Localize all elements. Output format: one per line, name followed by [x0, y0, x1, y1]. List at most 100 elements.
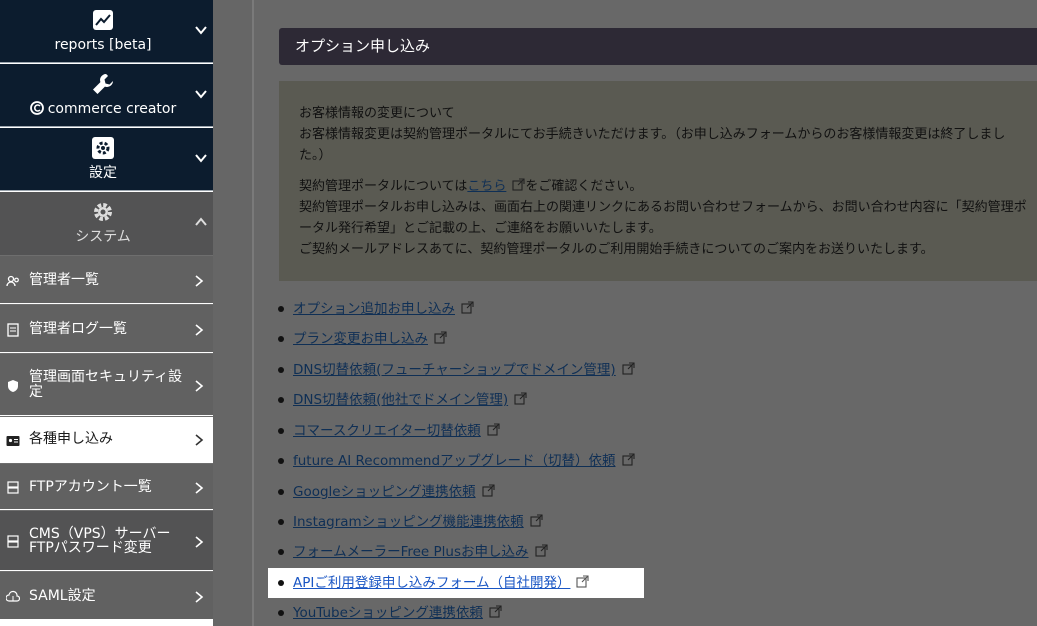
list-item[interactable]: DNS切替依頼(フューチャーショップでドメイン管理) [268, 355, 668, 385]
list-item[interactable]: future AI Recommendアップグレード（切替）依頼 [268, 446, 668, 476]
chevron-right-icon [193, 273, 205, 287]
list-item[interactable]: YouTubeショッピング連携依頼 [268, 598, 668, 626]
api-registration-link[interactable]: APIご利用登録申し込みフォーム（自社開発） [293, 568, 590, 598]
nav-commerce-creator[interactable]: commerce creator [0, 64, 213, 127]
list-item[interactable]: APIご利用登録申し込みフォーム（自社開発） [268, 568, 644, 598]
instagram-shopping-link[interactable]: Instagramショッピング機能連携依頼 [293, 507, 543, 537]
notice-box: お客様情報の変更について お客様情報変更は契約管理ポータルにてお手続きいただけま… [279, 81, 1037, 281]
chevron-down-icon [194, 86, 208, 100]
link-label: DNS切替依頼(他社でドメイン管理) [293, 392, 509, 408]
sidebar-item-admin-list[interactable]: 管理者一覧 [0, 255, 213, 303]
link-label: プラン変更お申し込み [293, 331, 428, 347]
google-shopping-link[interactable]: Googleショッピング連携依頼 [293, 477, 495, 507]
commerce-creator-switch-link[interactable]: コマースクリエイター切替依頼 [293, 416, 500, 446]
ai-recommend-upgrade-link[interactable]: future AI Recommendアップグレード（切替）依頼 [293, 446, 635, 476]
cloud-icon [5, 589, 21, 603]
sidebar: reports [beta] commerce creator 設定 システム … [0, 0, 213, 626]
option-add-link[interactable]: オプション追加お申し込み [293, 294, 474, 324]
sidebar-item-label: CMS（VPS）サーバーFTPパスワード変更 [29, 526, 171, 556]
sidebar-item-label: 管理画面セキュリティ設定 [29, 369, 183, 400]
bullet-icon [278, 610, 284, 616]
chevron-right-icon [193, 534, 205, 548]
main-content: オプション申し込み お客様情報の変更について お客様情報変更は契約管理ポータルに… [252, 0, 1037, 626]
link-label: コマースクリエイター切替依頼 [293, 423, 481, 439]
bullet-icon [278, 306, 284, 312]
chevron-right-icon [193, 432, 205, 446]
nav-settings-label: 設定 [89, 165, 117, 181]
external-link-icon [434, 325, 447, 344]
nav-reports-label: reports [beta] [54, 37, 152, 53]
nav-commerce-creator-label: commerce creator [0, 100, 206, 118]
list-item[interactable]: Instagramショッピング機能連携依頼 [268, 507, 668, 537]
sidebar-item-ftp-accounts[interactable]: FTPアカウント一覧 [0, 463, 213, 509]
link-label: APIご利用登録申し込みフォーム（自社開発） [293, 575, 571, 591]
bullet-icon [278, 519, 284, 525]
log-icon [6, 322, 20, 337]
server-icon [6, 534, 20, 548]
chevron-up-icon [194, 214, 208, 228]
link-label: future AI Recommendアップグレード（切替）依頼 [293, 453, 616, 469]
list-item[interactable]: DNS切替依頼(他社でドメイン管理) [268, 385, 668, 415]
link-label: YouTubeショッピング連携依頼 [293, 605, 483, 621]
bullet-icon [278, 367, 284, 373]
id-card-icon [6, 433, 20, 447]
section-title: オプション申し込み [279, 28, 1037, 65]
notice-paragraph-2: 契約管理ポータルについてはこちら をご確認ください。 契約管理ポータルお申し込みは… [299, 176, 1027, 260]
chevron-right-icon [193, 589, 205, 603]
bullet-icon [278, 397, 284, 403]
nav-system-label: システム [75, 229, 131, 245]
sidebar-item-label: 管理者一覧 [29, 272, 99, 288]
sidebar-item-saml[interactable]: SAML設定 [0, 571, 213, 619]
form-mailer-link[interactable]: フォームメーラーFree Plusお申し込み [293, 537, 548, 567]
list-item[interactable]: Googleショッピング連携依頼 [268, 477, 668, 507]
external-link-icon [530, 508, 543, 527]
youtube-shopping-link[interactable]: YouTubeショッピング連携依頼 [293, 598, 502, 626]
nav-system[interactable]: システム [0, 192, 213, 255]
notice-heading: お客様情報の変更について [299, 106, 455, 121]
wrench-icon [91, 72, 115, 96]
chevron-down-icon [194, 22, 208, 36]
users-icon [6, 273, 20, 287]
dns-switch-fs-link[interactable]: DNS切替依頼(フューチャーショップでドメイン管理) [293, 355, 635, 385]
sidebar-item-applications[interactable]: 各種申し込み [0, 416, 213, 462]
gear-box-icon [91, 136, 115, 160]
notice-text: 契約管理ポータルお申し込みは、画面右上の関連リンクにあるお問い合わせフォームから… [299, 200, 1027, 236]
chevron-right-icon [193, 378, 205, 392]
sidebar-item-cms-ftp-password[interactable]: CMS（VPS）サーバーFTPパスワード変更 [0, 510, 213, 570]
bullet-icon [278, 489, 284, 495]
nav-commerce-creator-text: commerce creator [47, 101, 177, 117]
sidebar-item-admin-security[interactable]: 管理画面セキュリティ設定 [0, 353, 213, 415]
bullet-icon [278, 580, 284, 586]
list-item[interactable]: フォームメーラーFree Plusお申し込み [268, 537, 668, 567]
link-label: Googleショッピング連携依頼 [293, 484, 476, 500]
shield-icon [6, 378, 20, 392]
server-icon [6, 480, 20, 494]
list-item[interactable]: オプション追加お申し込み [268, 294, 668, 324]
external-link-icon [461, 295, 474, 314]
plan-change-link[interactable]: プラン変更お申し込み [293, 324, 447, 354]
notice-text: 契約管理ポータルについては [299, 179, 468, 194]
link-label: フォームメーラーFree Plusお申し込み [293, 544, 529, 560]
bullet-icon [278, 428, 284, 434]
dns-switch-other-link[interactable]: DNS切替依頼(他社でドメイン管理) [293, 385, 527, 415]
portal-link[interactable]: こちら [467, 179, 506, 194]
external-link-icon [514, 386, 527, 405]
nav-reports[interactable]: reports [beta] [0, 0, 213, 63]
link-label: オプション追加お申し込み [293, 301, 455, 317]
external-link-icon [482, 478, 495, 497]
external-link-icon [576, 569, 590, 588]
list-item[interactable]: プラン変更お申し込み [268, 324, 668, 354]
chevron-right-icon [193, 322, 205, 336]
list-item[interactable]: コマースクリエイター切替依頼 [268, 416, 668, 446]
notice-paragraph-1: お客様情報の変更について お客様情報変更は契約管理ポータルにてお手続きいただけま… [299, 103, 1027, 166]
notice-text: ご契約メールアドレスあてに、契約管理ポータルのご利用開始手続きについてのご案内を… [299, 242, 934, 257]
external-link-icon [487, 417, 500, 436]
link-label: DNS切替依頼(フューチャーショップでドメイン管理) [293, 362, 616, 378]
bullet-icon [278, 549, 284, 555]
nav-settings[interactable]: 設定 [0, 128, 213, 191]
chevron-down-icon [194, 150, 208, 164]
sidebar-item-admin-log[interactable]: 管理者ログ一覧 [0, 304, 213, 352]
chevron-right-icon [193, 480, 205, 494]
notice-text: お客様情報変更は契約管理ポータルにてお手続きいただけます。（お申し込みフォームか… [299, 127, 1006, 163]
sidebar-item-label: 管理者ログ一覧 [29, 321, 127, 337]
